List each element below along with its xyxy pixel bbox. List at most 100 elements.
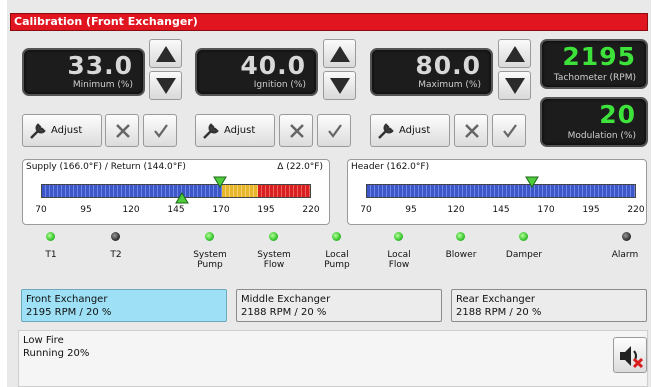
supply-return-gauge: Supply (166.0°F) / Return (144.0°F) Δ (2… bbox=[22, 159, 330, 225]
ignition-label: Ignition (%) bbox=[253, 80, 306, 90]
mute-button[interactable] bbox=[613, 337, 647, 373]
arrow-down-icon bbox=[505, 78, 525, 94]
local-flow-led bbox=[394, 232, 403, 241]
ignition-up-button[interactable] bbox=[323, 39, 356, 68]
close-icon bbox=[116, 124, 130, 138]
ignition-down-button[interactable] bbox=[323, 71, 356, 100]
wrench-icon bbox=[30, 123, 46, 139]
header-tick: 145 bbox=[492, 205, 510, 215]
header-marker bbox=[525, 176, 539, 188]
maximum-adjust-button[interactable]: Adjust bbox=[370, 114, 450, 147]
system-pump-led bbox=[205, 232, 214, 241]
header-tick: 70 bbox=[360, 205, 372, 215]
front-exchanger-name: Front Exchanger bbox=[26, 294, 108, 305]
maximum-readout: 80.0 Maximum (%) bbox=[370, 48, 493, 96]
supply-tick: 170 bbox=[212, 205, 230, 215]
rear-exchanger-name: Rear Exchanger bbox=[456, 294, 536, 305]
status-panel: Low Fire Running 20% bbox=[18, 330, 648, 387]
maximum-up-button[interactable] bbox=[498, 39, 531, 68]
minimum-adjust-label: Adjust bbox=[51, 125, 83, 136]
wrench-icon bbox=[203, 123, 219, 139]
status-line-1: Low Fire bbox=[23, 335, 64, 346]
modulation-value: 20 bbox=[599, 100, 636, 129]
supply-marker bbox=[213, 176, 227, 188]
middle-exchanger-name: Middle Exchanger bbox=[241, 294, 331, 305]
alarm-led bbox=[622, 232, 631, 241]
maximum-value: 80.0 bbox=[415, 51, 481, 80]
arrow-up-icon bbox=[330, 46, 350, 62]
modulation-readout: 20 Modulation (%) bbox=[540, 97, 648, 147]
arrow-down-icon bbox=[330, 78, 350, 94]
t2-led bbox=[111, 232, 120, 241]
minimum-up-button[interactable] bbox=[149, 39, 182, 68]
ignition-value: 40.0 bbox=[240, 51, 306, 80]
front-exchanger-tab[interactable]: Front Exchanger 2195 RPM / 20 % bbox=[21, 289, 227, 322]
return-marker bbox=[175, 192, 189, 204]
checkmark-icon bbox=[154, 124, 168, 138]
local-flow-label: Local Flow bbox=[387, 250, 411, 270]
damper-led bbox=[519, 232, 528, 241]
ignition-confirm-button[interactable] bbox=[317, 114, 351, 147]
t2-label: T2 bbox=[110, 250, 122, 260]
header-tick: 120 bbox=[447, 205, 465, 215]
supply-tick: 145 bbox=[167, 205, 185, 215]
wrench-icon bbox=[378, 123, 394, 139]
header-gauge-markers bbox=[525, 176, 539, 188]
tachometer-value: 2195 bbox=[562, 42, 636, 71]
damper-label: Damper bbox=[505, 250, 543, 260]
front-exchanger-status: 2195 RPM / 20 % bbox=[26, 307, 112, 318]
system-flow-led bbox=[269, 232, 278, 241]
arrow-up-icon bbox=[156, 46, 176, 62]
ignition-cancel-button[interactable] bbox=[279, 114, 313, 147]
maximum-cancel-button[interactable] bbox=[454, 114, 488, 147]
blower-label: Blower bbox=[445, 250, 477, 260]
minimum-label: Minimum (%) bbox=[72, 80, 133, 90]
alarm-label: Alarm bbox=[611, 250, 639, 260]
arrow-down-icon bbox=[156, 78, 176, 94]
local-pump-led bbox=[332, 232, 341, 241]
rear-exchanger-tab[interactable]: Rear Exchanger 2188 RPM / 20 % bbox=[451, 289, 647, 322]
header-tick: 220 bbox=[627, 205, 645, 215]
speaker-muted-icon bbox=[620, 346, 644, 369]
maximum-confirm-button[interactable] bbox=[492, 114, 526, 147]
minimum-value: 33.0 bbox=[67, 51, 133, 80]
t1-label: T1 bbox=[45, 250, 57, 260]
system-flow-label: System Flow bbox=[257, 250, 291, 270]
local-pump-label: Local Pump bbox=[324, 250, 350, 270]
supply-tick: 120 bbox=[122, 205, 140, 215]
supply-tick: 220 bbox=[302, 205, 320, 215]
tachometer-label: Tachometer (RPM) bbox=[553, 73, 636, 83]
header-tick: 95 bbox=[405, 205, 417, 215]
maximum-down-button[interactable] bbox=[498, 71, 531, 100]
header-gauge: Header (162.0°F) 70 95 120 145 170 195 2… bbox=[347, 159, 647, 225]
maximum-adjust-label: Adjust bbox=[399, 125, 431, 136]
minimum-confirm-button[interactable] bbox=[143, 114, 177, 147]
header-tick: 170 bbox=[537, 205, 555, 215]
checkmark-icon bbox=[503, 124, 517, 138]
supply-tick: 70 bbox=[35, 205, 47, 215]
minimum-adjust-button[interactable]: Adjust bbox=[22, 114, 102, 147]
close-icon bbox=[465, 124, 479, 138]
close-icon bbox=[290, 124, 304, 138]
minimum-cancel-button[interactable] bbox=[105, 114, 139, 147]
tachometer-readout: 2195 Tachometer (RPM) bbox=[540, 39, 648, 89]
supply-tick: 95 bbox=[80, 205, 92, 215]
blower-led bbox=[456, 232, 465, 241]
ignition-adjust-button[interactable]: Adjust bbox=[195, 114, 275, 147]
calibration-screen: Calibration (Front Exchanger) 33.0 Minim… bbox=[7, 0, 651, 387]
status-line-2: Running 20% bbox=[23, 348, 90, 359]
t1-led bbox=[46, 232, 55, 241]
ignition-readout: 40.0 Ignition (%) bbox=[195, 48, 318, 96]
modulation-label: Modulation (%) bbox=[567, 131, 636, 141]
system-pump-label: System Pump bbox=[193, 250, 227, 270]
minimum-readout: 33.0 Minimum (%) bbox=[22, 48, 145, 96]
middle-exchanger-status: 2188 RPM / 20 % bbox=[241, 307, 327, 318]
minimum-down-button[interactable] bbox=[149, 71, 182, 100]
supply-gauge-markers bbox=[175, 176, 227, 204]
checkmark-icon bbox=[328, 124, 342, 138]
arrow-up-icon bbox=[505, 46, 525, 62]
supply-tick: 195 bbox=[257, 205, 275, 215]
middle-exchanger-tab[interactable]: Middle Exchanger 2188 RPM / 20 % bbox=[236, 289, 442, 322]
rear-exchanger-status: 2188 RPM / 20 % bbox=[456, 307, 542, 318]
header-tick: 195 bbox=[582, 205, 600, 215]
